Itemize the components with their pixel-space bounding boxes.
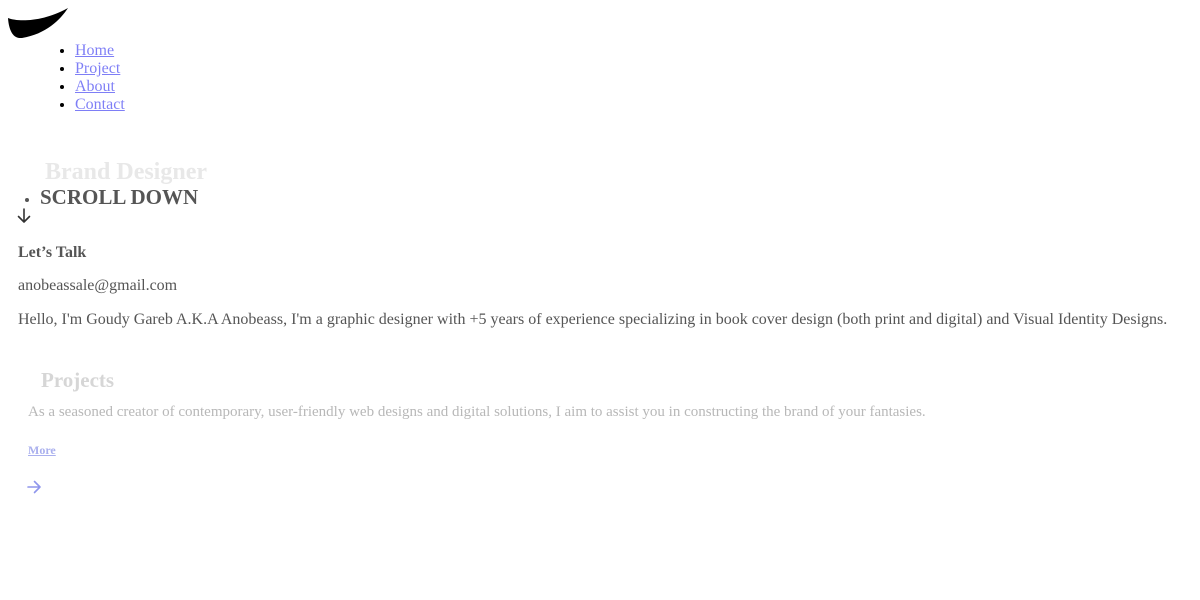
nav-item-project: Project <box>75 60 125 78</box>
lets-talk-heading: Let’s Talk <box>18 244 87 261</box>
nav-item-home: Home <box>75 42 125 60</box>
main-nav: Home Project About Contact <box>0 42 125 114</box>
more-link[interactable]: More <box>28 443 56 458</box>
scroll-item: SCROLL DOWN <box>40 184 198 210</box>
nav-link-contact[interactable]: Contact <box>75 96 125 113</box>
arrow-down-icon[interactable] <box>17 208 31 224</box>
bio-text: Hello, I'm Goudy Gareb A.K.A Anobeass, I… <box>18 311 1168 328</box>
nav-item-contact: Contact <box>75 96 125 114</box>
arrow-right-icon[interactable] <box>27 480 42 494</box>
scroll-down-label[interactable]: SCROLL DOWN <box>40 185 198 209</box>
nav-link-about[interactable]: About <box>75 78 115 95</box>
hero-title: Brand Designer <box>45 159 207 185</box>
nav-link-home[interactable]: Home <box>75 42 114 59</box>
nav-item-about: About <box>75 78 125 96</box>
projects-heading: Projects <box>41 368 115 392</box>
scroll-list: SCROLL DOWN <box>0 184 198 210</box>
contact-email: anobeassale@gmail.com <box>18 277 178 294</box>
projects-description: As a seasoned creator of contemporary, u… <box>28 404 926 420</box>
nav-link-project[interactable]: Project <box>75 60 120 77</box>
logo-brush-icon <box>8 8 68 38</box>
